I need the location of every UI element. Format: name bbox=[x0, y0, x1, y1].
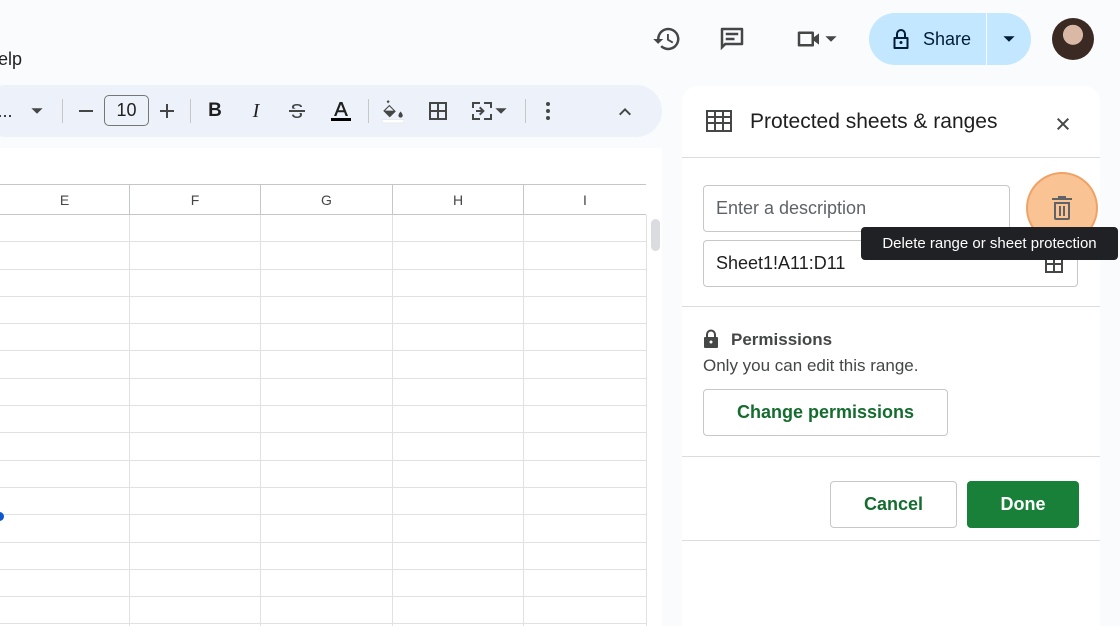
more-options-button[interactable] bbox=[534, 85, 562, 137]
italic-icon: I bbox=[252, 99, 260, 122]
font-family-dropdown[interactable] bbox=[24, 85, 50, 137]
done-button[interactable]: Done bbox=[967, 481, 1079, 528]
table-row[interactable] bbox=[0, 461, 646, 488]
borders-icon bbox=[429, 102, 447, 120]
delete-tooltip: Delete range or sheet protection bbox=[861, 227, 1118, 260]
column-header-g[interactable]: G bbox=[261, 185, 393, 215]
caret-down-icon bbox=[31, 108, 43, 114]
range-value: Sheet1!A11:D11 bbox=[716, 253, 846, 273]
share-label: Share bbox=[923, 28, 972, 49]
close-icon bbox=[1057, 118, 1069, 130]
permissions-description: Only you can edit this range. bbox=[703, 356, 919, 375]
table-row[interactable] bbox=[0, 597, 646, 625]
column-header-e[interactable]: E bbox=[0, 185, 130, 215]
toolbar-divider bbox=[190, 99, 191, 123]
table-row[interactable] bbox=[0, 324, 646, 352]
toolbar-divider bbox=[62, 99, 63, 123]
decrease-font-size-button[interactable] bbox=[72, 85, 100, 137]
chevron-up-icon bbox=[619, 108, 631, 116]
collapse-toolbar-button[interactable] bbox=[610, 85, 640, 137]
table-row[interactable] bbox=[0, 297, 646, 325]
font-family-more[interactable]: ... bbox=[0, 85, 20, 137]
vertical-scrollbar[interactable] bbox=[646, 215, 662, 626]
toolbar-divider bbox=[525, 99, 526, 123]
caret-down-icon bbox=[825, 36, 837, 42]
version-history-button[interactable] bbox=[650, 22, 684, 56]
trash-icon bbox=[1052, 196, 1072, 220]
borders-button[interactable] bbox=[421, 85, 455, 137]
permissions-title: Permissions bbox=[731, 330, 833, 349]
meet-button[interactable] bbox=[786, 22, 846, 56]
table-row[interactable] bbox=[0, 406, 646, 434]
menu-help[interactable]: elp bbox=[0, 49, 22, 70]
table-row[interactable] bbox=[0, 543, 646, 570]
panel-header: Protected sheets & ranges bbox=[682, 86, 1100, 158]
more-vert-icon bbox=[546, 102, 550, 120]
table-row[interactable] bbox=[0, 488, 646, 516]
change-permissions-button[interactable]: Change permissions bbox=[703, 389, 948, 436]
column-header-h[interactable]: H bbox=[393, 185, 524, 215]
increase-font-size-button[interactable] bbox=[153, 85, 181, 137]
close-panel-button[interactable] bbox=[1049, 110, 1077, 138]
scrollbar-thumb[interactable] bbox=[651, 219, 660, 251]
strikethrough-button[interactable] bbox=[282, 85, 312, 137]
lock-icon bbox=[893, 29, 909, 49]
share-button-group: Share bbox=[869, 13, 1031, 65]
spreadsheet-grid[interactable]: E F G H I bbox=[0, 148, 662, 626]
cancel-button[interactable]: Cancel bbox=[830, 481, 957, 528]
description-input[interactable] bbox=[703, 185, 1010, 232]
caret-down-icon bbox=[495, 108, 507, 114]
share-dropdown-button[interactable] bbox=[987, 13, 1031, 65]
bold-button[interactable]: B bbox=[200, 85, 230, 137]
fill-color-icon bbox=[381, 100, 405, 124]
minus-icon bbox=[79, 110, 93, 112]
video-call-icon bbox=[797, 31, 819, 47]
table-icon bbox=[706, 110, 732, 132]
table-row[interactable] bbox=[0, 270, 646, 297]
section-divider bbox=[682, 456, 1100, 457]
comment-icon bbox=[720, 27, 744, 51]
section-divider bbox=[682, 540, 1100, 541]
history-icon bbox=[653, 27, 680, 51]
font-size-input[interactable]: 10 bbox=[104, 95, 149, 126]
comments-button[interactable] bbox=[715, 22, 749, 56]
text-color-button[interactable] bbox=[323, 85, 359, 137]
table-row[interactable] bbox=[0, 242, 646, 270]
table-row[interactable] bbox=[0, 351, 646, 379]
column-header-f[interactable]: F bbox=[130, 185, 261, 215]
table-row[interactable] bbox=[0, 379, 646, 407]
table-row[interactable] bbox=[0, 515, 646, 543]
merge-cells-button[interactable] bbox=[464, 85, 514, 137]
section-divider bbox=[682, 306, 1100, 307]
protected-ranges-panel: Protected sheets & ranges Sheet1!A11:D11… bbox=[682, 86, 1118, 626]
text-color-icon bbox=[331, 102, 351, 121]
account-avatar[interactable] bbox=[1052, 18, 1094, 60]
table-row[interactable] bbox=[0, 570, 646, 598]
table-row[interactable] bbox=[0, 433, 646, 461]
formatting-toolbar: ... 10 B I bbox=[0, 85, 662, 137]
column-headers: E F G H I bbox=[0, 184, 646, 215]
panel-title: Protected sheets & ranges bbox=[750, 110, 998, 133]
fill-color-button[interactable] bbox=[376, 85, 410, 137]
plus-icon bbox=[160, 104, 174, 118]
lock-icon bbox=[704, 329, 718, 348]
bold-icon: B bbox=[208, 100, 222, 121]
strikethrough-icon bbox=[289, 104, 305, 118]
merge-cells-icon bbox=[472, 102, 492, 120]
italic-button[interactable]: I bbox=[241, 85, 271, 137]
share-button[interactable]: Share bbox=[869, 13, 987, 65]
grid-rows bbox=[0, 215, 646, 626]
column-header-i[interactable]: I bbox=[524, 185, 646, 215]
table-row[interactable] bbox=[0, 215, 646, 243]
toolbar-divider bbox=[368, 99, 369, 123]
caret-down-icon bbox=[1003, 36, 1015, 42]
